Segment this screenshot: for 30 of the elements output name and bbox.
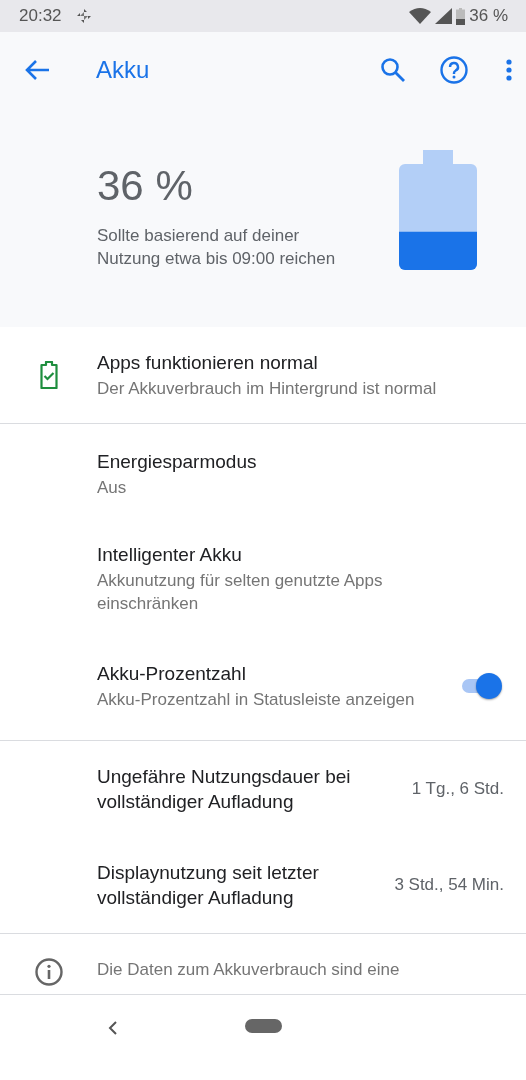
back-icon[interactable] <box>108 1020 118 1036</box>
setting-title[interactable]: Intelligenter Akku <box>97 541 504 567</box>
setting-title[interactable]: Akku-Prozentzahl <box>97 661 442 686</box>
more-options-icon[interactable] <box>506 59 512 81</box>
battery-percentage: 36 % <box>469 6 508 26</box>
setting-title[interactable]: Ungefähre Nutzungsdauer bei vollständiger Aufladung <box>97 764 400 814</box>
info-icon <box>34 958 63 986</box>
battery-estimate: Sollte basierend auf deiner Nutzung etwa bis 09:00 reichen <box>97 225 337 270</box>
setting-subtitle: Der Akkuverbrauch im Hintergrund ist normal <box>97 378 438 400</box>
pinwheel-icon <box>75 8 92 24</box>
back-arrow-icon[interactable] <box>24 59 50 81</box>
setting-value: 3 Std., 54 Min. <box>394 875 504 895</box>
setting-title[interactable]: Displaynutzung seit letzter vollständiger Aufladung <box>97 860 383 910</box>
clock: 20:32 <box>19 6 62 26</box>
setting-subtitle: Akku-Prozentzahl in Statusleiste anzeigen <box>97 689 416 711</box>
wifi-icon <box>409 8 432 24</box>
info-text: Die Daten zum Akkuverbrauch sind eine <box>97 959 401 981</box>
setting-value: 1 Tg., 6 Std. <box>411 779 504 799</box>
signal-icon <box>435 8 453 24</box>
setting-title[interactable]: Energiesparmodus <box>97 449 504 474</box>
battery-icon <box>456 7 466 25</box>
search-icon[interactable] <box>380 57 406 83</box>
setting-title[interactable]: Apps funktionieren normal <box>97 350 504 375</box>
help-icon[interactable] <box>440 56 468 84</box>
setting-subtitle: Aus <box>97 477 128 499</box>
setting-subtitle: Akkunutzung für selten genutzte Apps einschränken <box>97 569 384 615</box>
battery-percentage: 36 % <box>97 162 194 210</box>
home-button[interactable] <box>244 1019 282 1033</box>
page-title: Akku <box>96 56 150 84</box>
battery-check-icon <box>38 361 59 389</box>
